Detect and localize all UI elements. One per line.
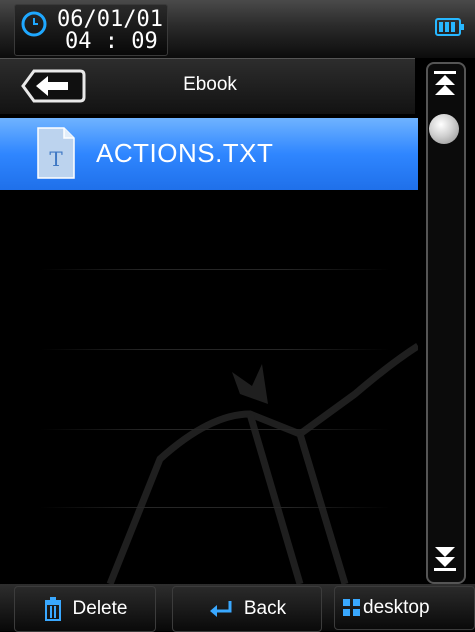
trash-icon: [44, 597, 61, 621]
title-bar: Ebook: [0, 58, 415, 114]
scroll-up-icon[interactable]: [432, 70, 458, 104]
delete-button[interactable]: Delete: [14, 586, 156, 632]
return-arrow-icon: [209, 601, 232, 617]
scrollbar[interactable]: [418, 62, 472, 584]
row-separator: [40, 349, 390, 350]
text-file-icon: T: [37, 127, 75, 179]
desktop-label: desktop: [363, 597, 430, 618]
battery-icon: [435, 18, 464, 36]
clock-icon: [21, 11, 47, 37]
file-name: ACTIONS.TXT: [96, 138, 274, 168]
time-text: 04 : 09: [65, 29, 158, 54]
bottom-toolbar: Delete Back desktop: [0, 584, 475, 632]
svg-text:T: T: [49, 147, 63, 171]
row-separator: [40, 507, 390, 508]
desktop-button[interactable]: desktop: [334, 586, 475, 630]
list-item[interactable]: T ACTIONS.TXT: [0, 118, 418, 190]
grid-icon: [343, 599, 360, 616]
page-title: Ebook: [183, 74, 237, 95]
scroll-down-icon[interactable]: [432, 538, 458, 572]
clock-display: 06/01/01 04 : 09: [14, 4, 168, 56]
delete-label: Delete: [72, 598, 128, 619]
row-separator: [40, 269, 390, 270]
file-list: T ACTIONS.TXT: [0, 114, 418, 584]
back-button[interactable]: Back: [172, 586, 322, 632]
scroll-thumb[interactable]: [429, 114, 459, 144]
status-bar: 06/01/01 04 : 09: [0, 0, 475, 58]
row-separator: [40, 429, 390, 430]
back-label: Back: [243, 598, 287, 619]
